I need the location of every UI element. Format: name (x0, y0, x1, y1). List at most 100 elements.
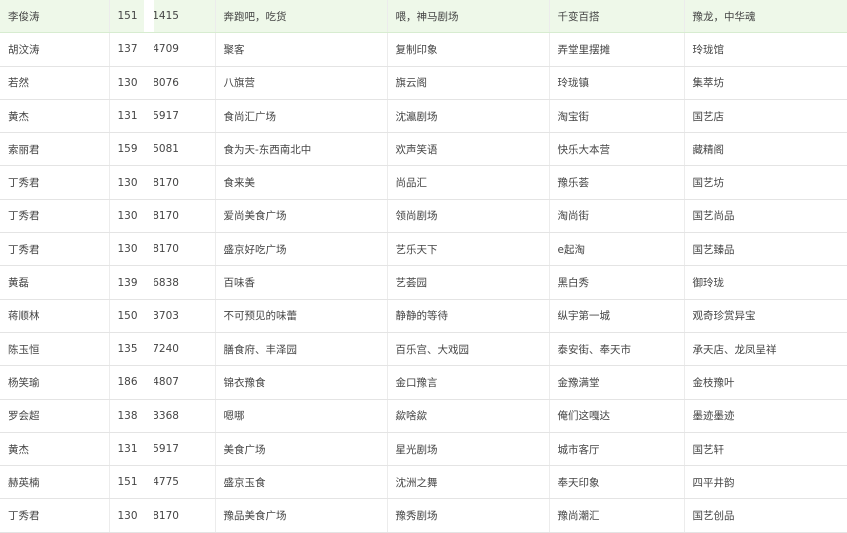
redaction-mask (143, 332, 154, 365)
name-cell: 陈玉恒 (0, 332, 110, 367)
table-row[interactable]: 黄杰 131 55917 美食广场 星光剧场 城市客厅 国艺轩 (0, 432, 847, 467)
phone-prefix: 159 (117, 143, 138, 156)
name-cell: 杨笑瑜 (0, 365, 110, 400)
food-venue-cell: 豫品美食广场 (215, 498, 388, 533)
shopping-cell: 奉天印象 (549, 465, 685, 500)
shopping-cell: 豫尚潮汇 (549, 498, 685, 533)
phone-cell: 130 38170 (109, 232, 216, 267)
food-venue-cell: 爱尚美食广场 (215, 199, 388, 234)
phone-cell: 131 55917 (109, 99, 216, 134)
name-cell: 丁秀君 (0, 232, 110, 267)
table-row[interactable]: 丁秀君 130 38170 爱尚美食广场 领尚剧场 淘尚街 国艺尚品 (0, 199, 847, 234)
phone-prefix: 131 (117, 110, 138, 123)
shopping-cell: 淘尚街 (549, 199, 685, 234)
name-cell: 丁秀君 (0, 199, 110, 234)
shopping-cell: 俺们这嘎达 (549, 399, 685, 433)
table-row[interactable]: 若然 130 58076 八旗营 旗云阁 玲珑镇 集萃坊 (0, 66, 847, 100)
table-row[interactable]: 丁秀君 130 38170 豫品美食广场 豫秀剧场 豫尚潮汇 国艺创品 (0, 498, 847, 533)
store-cell: 墨迹墨迹 (684, 399, 847, 433)
phone-cell: 130 38170 (109, 165, 216, 200)
food-venue-cell: 盛京玉食 (215, 465, 388, 500)
table-row[interactable]: 杨笑瑜 186 34807 锦衣豫食 金口豫言 金豫满堂 金枝豫叶 (0, 365, 847, 400)
store-cell: 御玲珑 (684, 265, 847, 300)
table-row[interactable]: 蒋顺林 150 33703 不可预见的味蕾 静静的等待 纵宇第一城 观奇珍赏异宝 (0, 299, 847, 333)
theater-cell: 旗云阁 (387, 66, 550, 100)
name-cell: 丁秀君 (0, 165, 110, 200)
name-cell: 李俊涛 (0, 0, 110, 34)
phone-cell: 135 17240 (109, 332, 216, 367)
phone-prefix: 151 (117, 10, 138, 23)
name-cell: 黄杰 (0, 99, 110, 134)
store-cell: 金枝豫叶 (684, 365, 847, 400)
redaction-mask (143, 466, 154, 498)
redaction-mask (143, 299, 154, 332)
phone-prefix: 139 (117, 276, 138, 289)
phone-prefix: 137 (117, 43, 138, 56)
theater-cell: 沈瀛剧场 (387, 99, 550, 134)
phone-cell: 139 36838 (109, 265, 216, 300)
store-cell: 国艺轩 (684, 432, 847, 467)
name-cell: 胡汶涛 (0, 32, 110, 67)
phone-prefix: 130 (117, 509, 138, 522)
shopping-cell: 纵宇第一城 (549, 299, 685, 333)
food-venue-cell: 食尚汇广场 (215, 99, 388, 134)
theater-cell: 歘啥歘 (387, 399, 550, 433)
redaction-mask (143, 233, 154, 265)
food-venue-cell: 聚客 (215, 32, 388, 67)
food-venue-cell: 百味香 (215, 265, 388, 300)
phone-prefix: 186 (117, 376, 138, 389)
shopping-cell: 弄堂里摆摊 (549, 32, 685, 67)
name-cell: 蒋顺林 (0, 299, 110, 333)
theater-cell: 豫秀剧场 (387, 498, 550, 533)
store-cell: 承天店、龙凤呈祥 (684, 332, 847, 367)
table-row[interactable]: 李俊涛 151 21415 奔跑吧，吃货 喂，神马剧场 千变百搭 豫龙，中华魂 (0, 0, 847, 34)
theater-cell: 尚品汇 (387, 165, 550, 200)
table-row[interactable]: 丁秀君 130 38170 食来美 尚品汇 豫乐荟 国艺坊 (0, 165, 847, 200)
name-cell: 黄磊 (0, 265, 110, 300)
phone-cell: 130 38170 (109, 498, 216, 533)
data-table: 李俊涛 151 21415 奔跑吧，吃货 喂，神马剧场 千变百搭 豫龙，中华魂 胡汶涛 137 9… (0, 0, 847, 533)
phone-prefix: 130 (117, 243, 138, 256)
theater-cell: 喂，神马剧场 (387, 0, 550, 34)
food-venue-cell: 八旗营 (215, 66, 388, 100)
store-cell: 国艺坊 (684, 165, 847, 200)
redaction-mask (143, 0, 154, 32)
table-row[interactable]: 黄杰 131 55917 食尚汇广场 沈瀛剧场 淘宝街 国艺店 (0, 99, 847, 134)
shopping-cell: e起淘 (549, 232, 685, 267)
redaction-mask (143, 366, 154, 399)
redaction-mask (143, 499, 154, 532)
theater-cell: 领尚剧场 (387, 199, 550, 234)
food-venue-cell: 锦衣豫食 (215, 365, 388, 400)
redaction-mask (143, 166, 154, 199)
shopping-cell: 豫乐荟 (549, 165, 685, 200)
phone-prefix: 130 (117, 209, 138, 222)
food-venue-cell: 奔跑吧，吃货 (215, 0, 388, 34)
table-row[interactable]: 丁秀君 130 38170 盛京好吃广场 艺乐天下 e起淘 国艺臻品 (0, 232, 847, 267)
name-cell: 索丽君 (0, 132, 110, 167)
phone-prefix: 138 (117, 409, 138, 422)
store-cell: 玲珑馆 (684, 32, 847, 67)
store-cell: 四平井韵 (684, 465, 847, 500)
phone-cell: 130 38170 (109, 199, 216, 234)
food-venue-cell: 膳食府、丰泽园 (215, 332, 388, 367)
table-row[interactable]: 陈玉恒 135 17240 膳食府、丰泽园 百乐宫、大戏园 泰安街、奉天市 承天店、龙凤呈祥 (0, 332, 847, 367)
redaction-mask (143, 99, 154, 132)
store-cell: 国艺创品 (684, 498, 847, 533)
phone-cell: 131 55917 (109, 432, 216, 467)
redaction-mask (143, 133, 154, 165)
table-row[interactable]: 黄磊 139 36838 百味香 艺荟园 黑白秀 御玲珑 (0, 265, 847, 300)
theater-cell: 艺荟园 (387, 265, 550, 300)
phone-cell: 137 94709 (109, 32, 216, 67)
phone-prefix: 130 (117, 76, 138, 89)
name-cell: 赫英楠 (0, 465, 110, 500)
name-cell: 若然 (0, 66, 110, 100)
table-row[interactable]: 胡汶涛 137 94709 聚客 复制印象 弄堂里摆摊 玲珑馆 (0, 32, 847, 67)
food-venue-cell: 美食广场 (215, 432, 388, 467)
phone-prefix: 135 (117, 343, 138, 356)
table-row[interactable]: 赫英楠 151 74775 盛京玉食 沈洲之舞 奉天印象 四平井韵 (0, 465, 847, 500)
redaction-mask (143, 432, 154, 465)
table-body: 李俊涛 151 21415 奔跑吧，吃货 喂，神马剧场 千变百搭 豫龙，中华魂 胡汶涛 137 9… (0, 0, 847, 533)
table-row[interactable]: 索丽君 159 35081 食为天-东西南北中 欢声笑语 快乐大本营 藏精阁 (0, 132, 847, 167)
table-row[interactable]: 罗会超 138 93368 嗯哪 歘啥歘 俺们这嘎达 墨迹墨迹 (0, 399, 847, 433)
phone-cell: 151 74775 (109, 465, 216, 500)
